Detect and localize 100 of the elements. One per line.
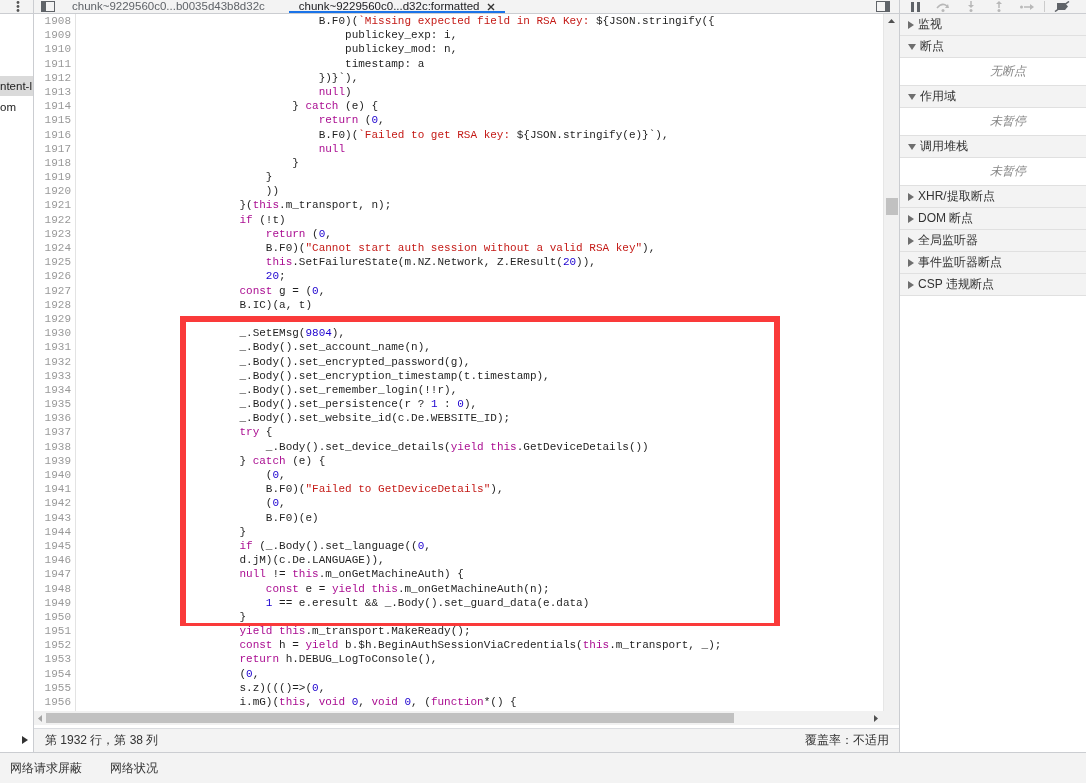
- cursor-position: 第 1932 行，第 38 列: [45, 732, 159, 749]
- line-number: 1956: [44, 696, 71, 708]
- line-number: 1950: [44, 610, 71, 623]
- triangle-down-icon[interactable]: [908, 43, 916, 50]
- scroll-right-arrow-icon[interactable]: [874, 714, 878, 722]
- section-header[interactable]: 监视: [900, 14, 1086, 36]
- code-line: s.z)((()=>(0,: [239, 681, 326, 694]
- line-number: 1927: [44, 284, 71, 297]
- code-line: B.F0)(`Missing expected field in RSA Key: ${JSON.stringify({: [318, 15, 715, 27]
- line-number: 1917: [44, 142, 71, 155]
- line-number: 1929: [44, 312, 71, 325]
- line-number: 1941: [44, 483, 71, 496]
- code-line: return h.DEBUG_LogToConsole(),: [239, 653, 438, 666]
- section-header[interactable]: CSP 违规断点: [900, 274, 1086, 296]
- line-number: 1915: [44, 114, 71, 127]
- code-line: _.Body().set_device_details(yield this.GetDeviceDetails()): [265, 440, 649, 453]
- code-line: null != this.m_onGetMachineAuth) {: [239, 568, 464, 581]
- code-line: this.SetFailureState(m.NZ.Network, Z.EResult(20)),: [265, 256, 596, 269]
- vertical-dots-icon[interactable]: [16, 1, 20, 12]
- code-line: return (0,: [265, 227, 332, 240]
- section-header[interactable]: XHR/提取断点: [900, 186, 1086, 208]
- code-line: _.Body().set_website_id(c.De.WEBSITE_ID);: [239, 412, 511, 425]
- scroll-up-arrow-icon[interactable]: [888, 19, 895, 23]
- line-number: 1909: [44, 29, 71, 42]
- section-header[interactable]: 作用域: [900, 86, 1086, 108]
- scrollbar-thumb[interactable]: [46, 713, 734, 723]
- line-number: 1931: [44, 341, 71, 354]
- line-number: 1910: [44, 43, 71, 56]
- editor-tab[interactable]: chunk~9229560c0...d32c:formatted: [288, 0, 506, 13]
- code-line: if (!t): [239, 213, 286, 226]
- pause-icon[interactable]: [910, 1, 920, 12]
- triangle-right-icon[interactable]: [908, 280, 914, 289]
- code-line: null: [318, 142, 346, 155]
- line-number: 1912: [44, 71, 71, 84]
- section-header[interactable]: 事件监听器断点: [900, 252, 1086, 274]
- line-number: 1924: [44, 242, 71, 254]
- code-line: _.Body().set_encryption_timestamp(t.timestamp),: [239, 369, 550, 382]
- triangle-right-icon[interactable]: [908, 20, 914, 29]
- scrollbar-thumb[interactable]: [885, 198, 898, 215]
- line-number: 1943: [44, 511, 71, 524]
- line-number: 1939: [44, 454, 71, 467]
- triangle-right-icon[interactable]: [908, 192, 914, 201]
- line-number: 1949: [44, 596, 71, 609]
- line-number: 1948: [44, 582, 71, 595]
- line-number: 1953: [44, 653, 71, 666]
- code-line: const e = yield this.m_onGetMachineAuth(n);: [265, 582, 550, 595]
- code-line: _.Body().set_remember_login(!!r),: [239, 383, 458, 396]
- file-tree-item[interactable]: ntent-l: [0, 76, 33, 96]
- section-header[interactable]: 断点: [900, 36, 1086, 58]
- file-tree-item[interactable]: om: [0, 97, 33, 117]
- section-header[interactable]: DOM 断点: [900, 208, 1086, 230]
- code-line: _.SetEMsg(9804),: [239, 327, 346, 340]
- sidebar-layout-icon[interactable]: [876, 1, 890, 12]
- line-number: 1920: [44, 185, 71, 198]
- code-line: yield this.m_transport.MakeReady();: [239, 625, 471, 638]
- line-number: 1955: [44, 681, 71, 694]
- code-line: B.F0)(`Failed to get RSA key: ${JSON.stringify(e)}`),: [318, 128, 669, 141]
- line-number: 1952: [44, 639, 71, 652]
- code-line: (0,: [265, 469, 286, 481]
- line-number: 1938: [44, 440, 71, 453]
- code-line: }: [239, 525, 247, 538]
- line-number: 1921: [44, 199, 71, 212]
- code-line: B.IC)(a, t): [239, 298, 313, 311]
- code-line: const h = yield b.$h.BeginAuthSessionViaCredentials(this.m_transport, _);: [239, 639, 722, 652]
- code-line: return (0,: [318, 114, 385, 127]
- line-number: 1913: [44, 85, 71, 98]
- line-number: 1914: [44, 100, 71, 113]
- slashed-tag-icon[interactable]: [1054, 1, 1070, 12]
- triangle-right-icon[interactable]: [908, 214, 914, 223]
- line-number: 1947: [44, 568, 71, 581]
- section-header[interactable]: 全局监听器: [900, 230, 1086, 252]
- section-header[interactable]: 调用堆栈: [900, 136, 1086, 158]
- triangle-down-icon[interactable]: [908, 143, 916, 150]
- code-line: B.F0)("Cannot start auth session without a valid RSA key"),: [265, 242, 656, 254]
- line-number: 1942: [44, 497, 71, 510]
- line-number: 1934: [44, 383, 71, 396]
- code-line: const g = (0,: [239, 284, 326, 297]
- line-number: 1944: [44, 525, 71, 538]
- close-icon[interactable]: [487, 2, 496, 11]
- triangle-down-icon[interactable]: [908, 93, 916, 100]
- line-number: 1937: [44, 426, 71, 439]
- line-number: 1911: [44, 57, 71, 70]
- triangle-right-icon[interactable]: [908, 258, 914, 267]
- sidebar-layout-icon[interactable]: [41, 1, 55, 12]
- empty-message: 无断点: [990, 63, 1026, 80]
- code-line: timestamp: a: [345, 57, 425, 70]
- code-line: _.Body().set_encrypted_password(g),: [239, 355, 471, 368]
- coverage-status: 覆盖率：不适用: [805, 732, 889, 749]
- line-number: 1945: [44, 539, 71, 552]
- code-line: } catch (e) {: [239, 454, 326, 467]
- code-line: }: [292, 156, 299, 169]
- triangle-right-icon[interactable]: [908, 236, 914, 245]
- drawer-tab[interactable]: 网络请求屏蔽: [0, 753, 92, 783]
- code-line: i.mG)(this, void 0, void 0, (function*() {: [239, 696, 517, 708]
- code-line: })}`),: [318, 71, 359, 84]
- drawer-tab[interactable]: 网络状况: [100, 753, 168, 783]
- editor-tab[interactable]: chunk~9229560c0...b0035d43b8d32c: [62, 0, 275, 13]
- code-line: (0,: [265, 497, 286, 510]
- line-number: 1954: [44, 667, 71, 680]
- caret-right-icon[interactable]: [22, 736, 28, 744]
